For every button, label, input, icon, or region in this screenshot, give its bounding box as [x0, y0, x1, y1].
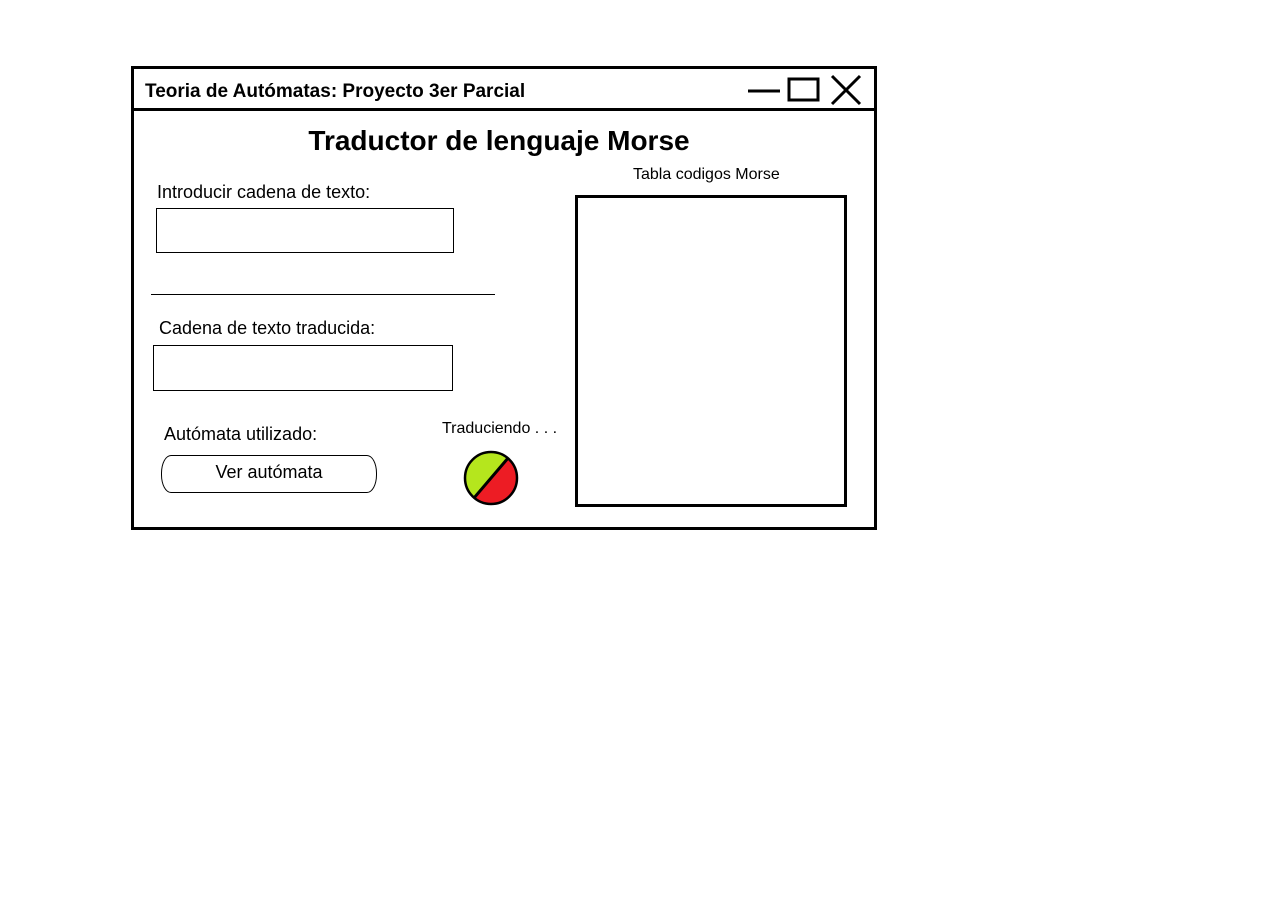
section-divider: [151, 294, 495, 295]
title-bar: Teoria de Autómatas: Proyecto 3er Parcia…: [134, 69, 874, 111]
app-heading: Traductor de lenguaje Morse: [308, 125, 690, 156]
output-label: Cadena de texto traducida:: [159, 318, 376, 338]
morse-code-table: [575, 195, 847, 507]
status-indicator-icon: [463, 450, 519, 506]
view-automaton-button[interactable]: Ver autómata: [161, 455, 377, 493]
text-input-field[interactable]: [156, 208, 454, 253]
status-text: Traduciendo . . .: [442, 420, 558, 437]
minimize-icon[interactable]: [746, 73, 782, 107]
app-window: Teoria de Autómatas: Proyecto 3er Parcia…: [131, 66, 877, 530]
morse-table-label: Tabla codigos Morse: [633, 166, 780, 183]
window-title: Teoria de Autómatas: Proyecto 3er Parcia…: [145, 81, 526, 102]
input-label: Introducir cadena de texto:: [157, 182, 371, 202]
close-icon[interactable]: [828, 73, 864, 107]
automaton-label: Autómata utilizado:: [164, 424, 318, 444]
maximize-icon[interactable]: [786, 73, 822, 107]
translated-output-field[interactable]: [153, 345, 453, 391]
